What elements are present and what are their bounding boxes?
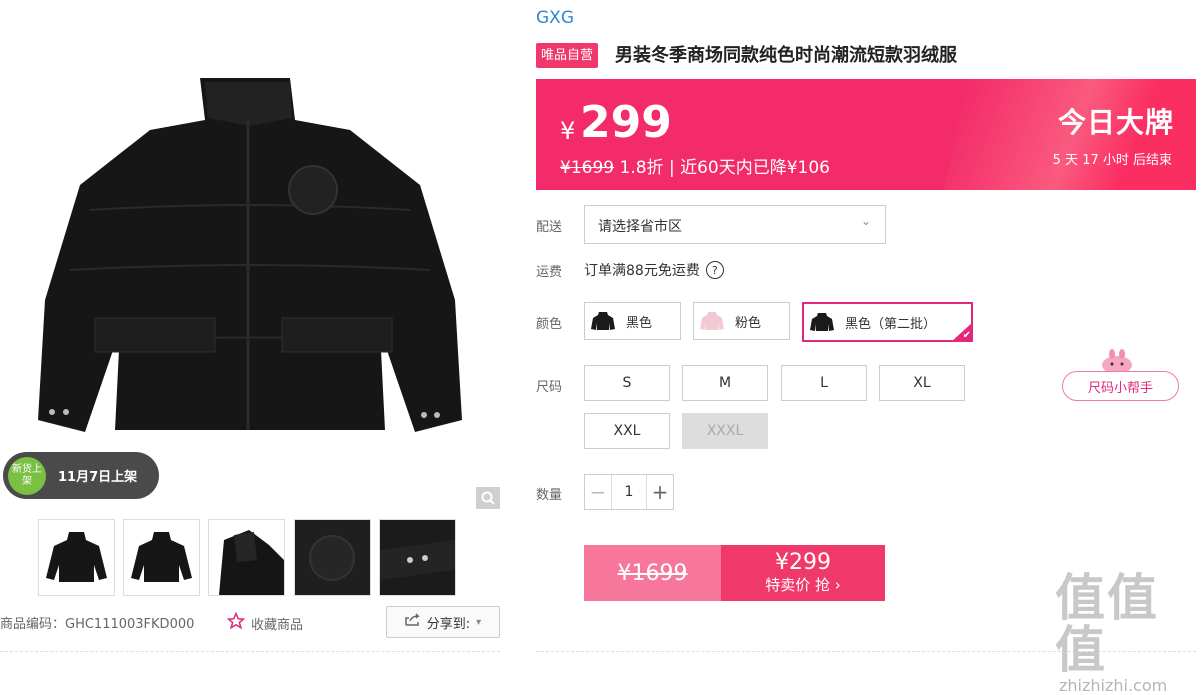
product-code: 商品编码：GHC111003FKD000 [0, 617, 195, 632]
new-arrival-date: 11月7日上架 [58, 470, 138, 485]
region-placeholder: 请选择省市区 [598, 219, 682, 235]
chevron-down-icon: ▾ [476, 616, 482, 628]
black-jacket-swatch-icon [590, 308, 616, 334]
thumbnail-4[interactable] [294, 519, 371, 596]
main-product-image[interactable] [0, 0, 505, 510]
original-price: ¥1699 [560, 158, 615, 178]
shipping-label: 运费 [536, 265, 563, 280]
shipping-info: 订单满88元免运费 ? [584, 260, 724, 280]
watermark: 值值值 zhizhizhi.com [1055, 572, 1204, 695]
size-option-l[interactable]: L [781, 365, 867, 401]
selected-check-icon: ✔ [951, 322, 973, 342]
favorite-label: 收藏商品 [251, 617, 304, 633]
thumbnail-2[interactable] [123, 519, 200, 596]
color-option-label: 黑色 [626, 315, 653, 331]
promo-title: 今日大牌 [1057, 106, 1174, 139]
watermark-site: zhizhizhi.com [1059, 676, 1168, 695]
chevron-right-icon: › [834, 576, 841, 594]
new-arrival-badge: 新货上架 11月7日上架 [3, 452, 159, 499]
size-option-m[interactable]: M [682, 365, 768, 401]
thumbnail-3[interactable] [208, 519, 285, 596]
region-select[interactable]: 请选择省市区 ⌄ [584, 205, 886, 244]
share-label: 分享到: [426, 616, 471, 632]
size-option-xl[interactable]: XL [879, 365, 965, 401]
price-drop-info: 近60天内已降¥106 [680, 158, 830, 178]
separator: | [668, 158, 675, 178]
buy-price: ¥299 [775, 550, 831, 575]
currency-symbol: ¥ [560, 117, 576, 145]
zoom-icon[interactable] [476, 487, 500, 509]
size-option-xxl[interactable]: XXL [584, 413, 670, 449]
chevron-down-icon: ⌄ [860, 214, 871, 228]
color-option-black[interactable]: 黑色 [584, 302, 681, 340]
color-option-label: 黑色（第二批） [845, 316, 937, 332]
size-label: 尺码 [536, 380, 563, 395]
divider [0, 651, 500, 652]
plus-button[interactable]: + [647, 475, 673, 509]
product-title: 男装冬季商场同款纯色时尚潮流短款羽绒服 [615, 45, 957, 66]
color-option-pink[interactable]: 粉色 [693, 302, 790, 340]
buy-action: 特卖价 抢 [765, 576, 830, 594]
favorite-button[interactable]: 收藏商品 [226, 611, 304, 634]
share-button[interactable]: 分享到: ▾ [386, 606, 500, 638]
color-option-black-batch2[interactable]: 黑色（第二批） ✔ [802, 302, 973, 342]
discount-rate: 1.8折 [619, 158, 664, 178]
color-label: 颜色 [536, 317, 563, 332]
vip-self-operated-badge: 唯品自营 [536, 43, 599, 68]
brand-link[interactable]: GXG [536, 8, 574, 28]
share-icon [405, 613, 421, 631]
black-jacket-swatch-icon [809, 309, 835, 335]
size-option-s[interactable]: S [584, 365, 670, 401]
watermark-logo: 值值值 [1055, 569, 1159, 679]
quantity-stepper[interactable]: − 1 + [584, 474, 674, 510]
price-banner: ¥ 299 ¥1699 1.8折 | 近60天内已降¥106 今日大牌 5 天 … [536, 79, 1196, 190]
pink-jacket-swatch-icon [699, 308, 725, 334]
help-icon[interactable]: ? [705, 261, 724, 279]
thumbnail-5[interactable] [379, 519, 456, 596]
minus-button[interactable]: − [585, 475, 611, 509]
quantity-value[interactable]: 1 [611, 475, 647, 509]
quantity-label: 数量 [536, 488, 563, 503]
buy-original-price: ¥1699 [584, 545, 721, 601]
shipping-text: 订单满88元免运费 [584, 263, 700, 279]
current-price: 299 [580, 97, 672, 148]
price-details: ¥1699 1.8折 | 近60天内已降¥106 [560, 153, 830, 178]
new-arrival-icon: 新货上架 [8, 457, 46, 495]
size-helper-button[interactable]: 尺码小帮手 [1062, 371, 1179, 401]
delivery-label: 配送 [536, 220, 563, 235]
size-option-xxxl: XXXL [682, 413, 768, 449]
star-icon [226, 611, 246, 634]
thumbnail-1[interactable] [38, 519, 115, 596]
buy-button[interactable]: ¥1699 ¥299 特卖价 抢 › [584, 545, 885, 601]
promo-countdown: 5 天 17 小时 后结束 [1052, 153, 1172, 168]
color-option-label: 粉色 [735, 315, 762, 331]
